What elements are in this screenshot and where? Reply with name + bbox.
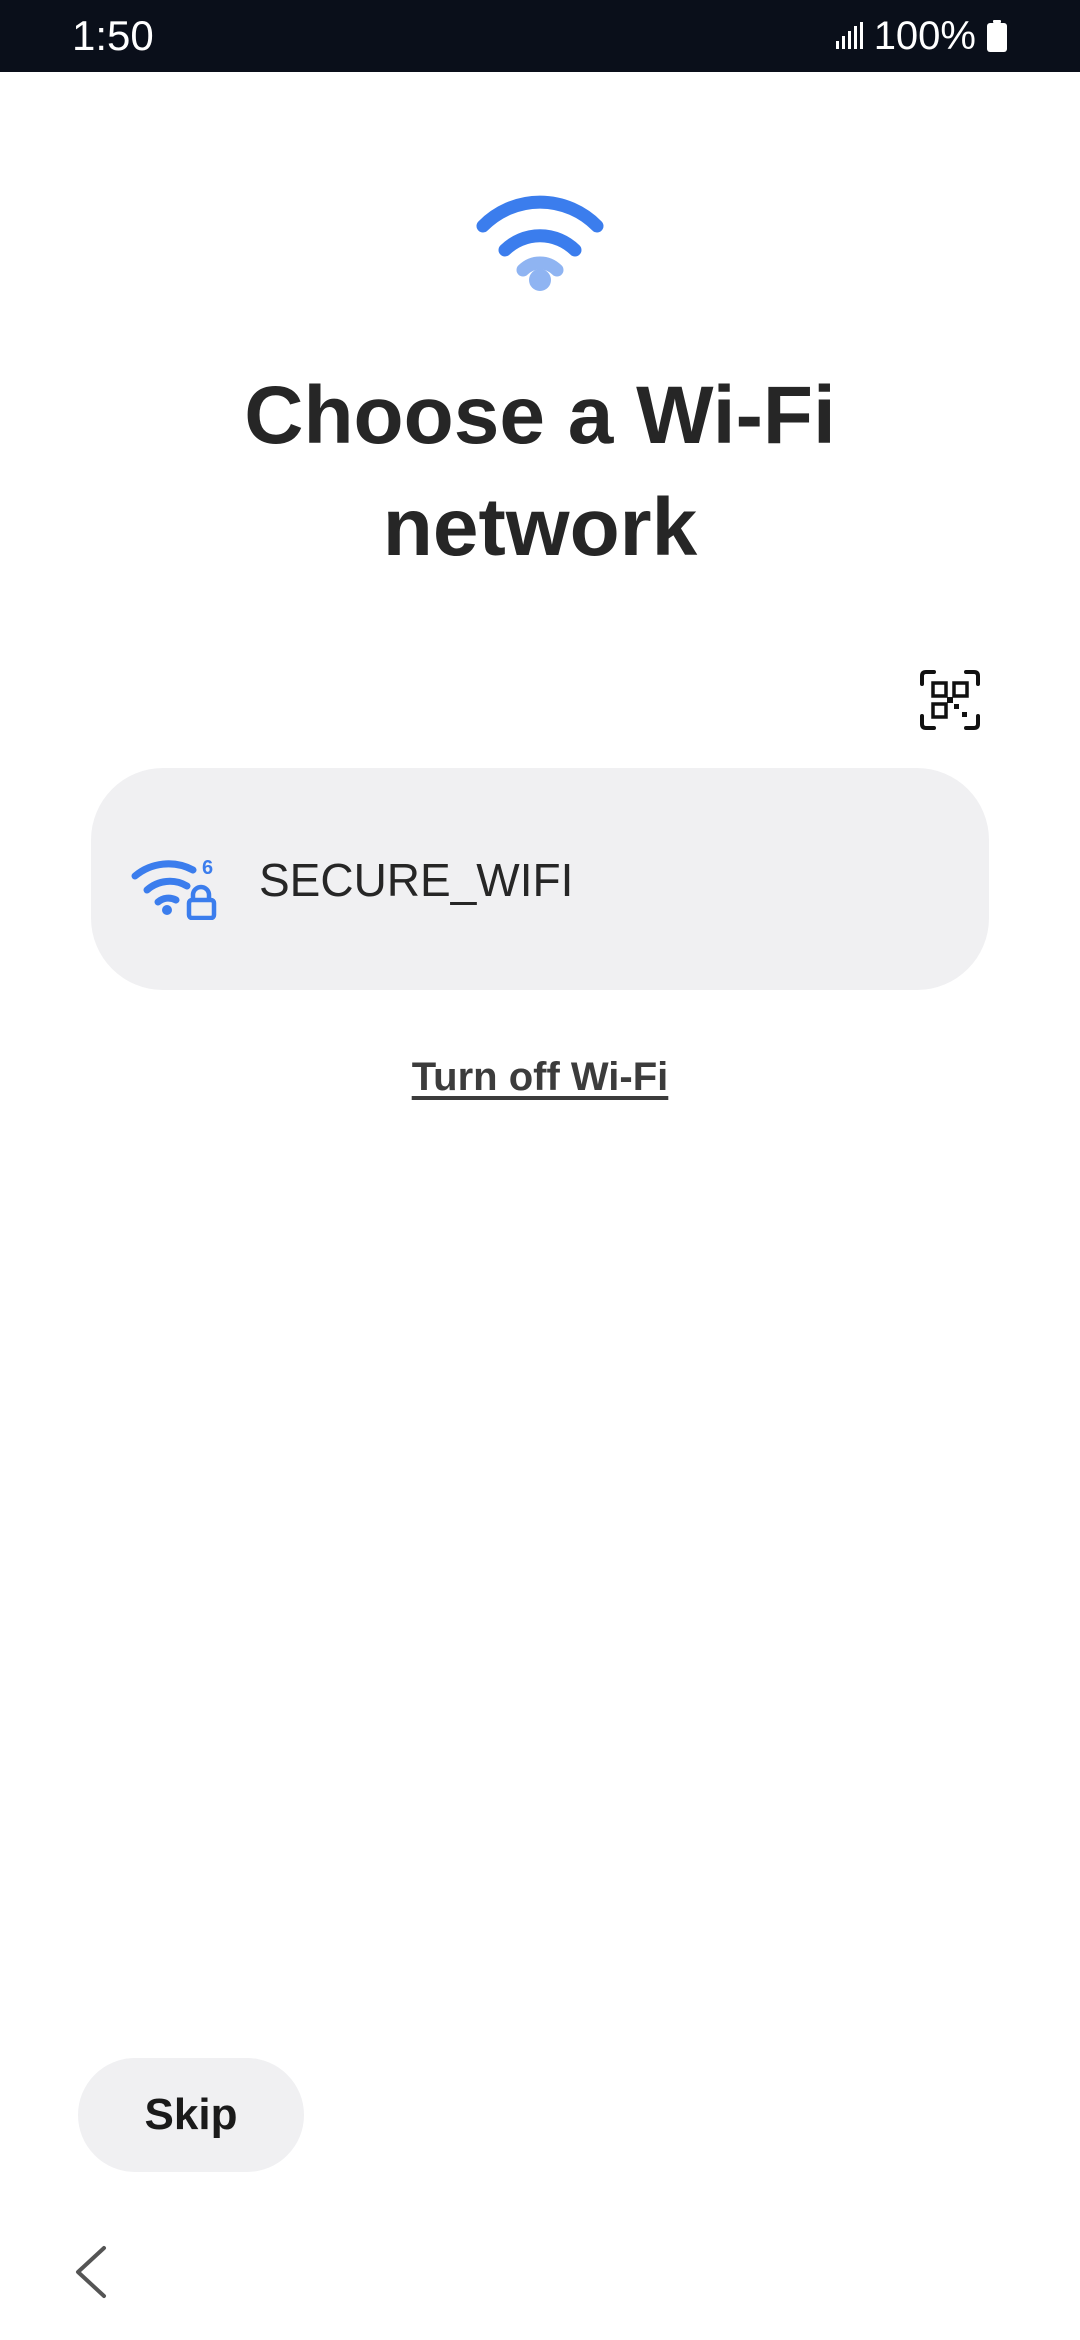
turn-off-wifi-link[interactable]: Turn off Wi-Fi <box>340 1052 740 1102</box>
back-button[interactable] <box>62 2242 122 2302</box>
wifi6-badge: 6 <box>202 857 213 879</box>
status-bar: 1:50 100% <box>0 0 1080 72</box>
network-name: SECURE_WIFI <box>259 854 574 906</box>
wifi-setup-screen: 1:50 100% Choose a Wi-Fi network 6 SECUR… <box>0 0 1080 2340</box>
battery-percent: 100% <box>873 14 976 58</box>
chevron-left-icon <box>62 2242 122 2302</box>
qr-code-scan-icon <box>918 668 982 732</box>
wifi6-secured-icon: 6 <box>131 854 221 920</box>
signal-icon <box>834 21 864 51</box>
skip-button[interactable]: Skip <box>78 2058 304 2172</box>
status-indicators: 100% <box>834 14 1008 58</box>
status-time: 1:50 <box>72 12 154 59</box>
page-title: Choose a Wi-Fi network <box>244 370 836 573</box>
battery-icon <box>986 20 1008 52</box>
network-item-secure-wifi[interactable]: 6 SECURE_WIFI <box>91 768 989 990</box>
qr-code-scan-button[interactable] <box>910 662 990 738</box>
wifi-icon <box>475 188 605 293</box>
